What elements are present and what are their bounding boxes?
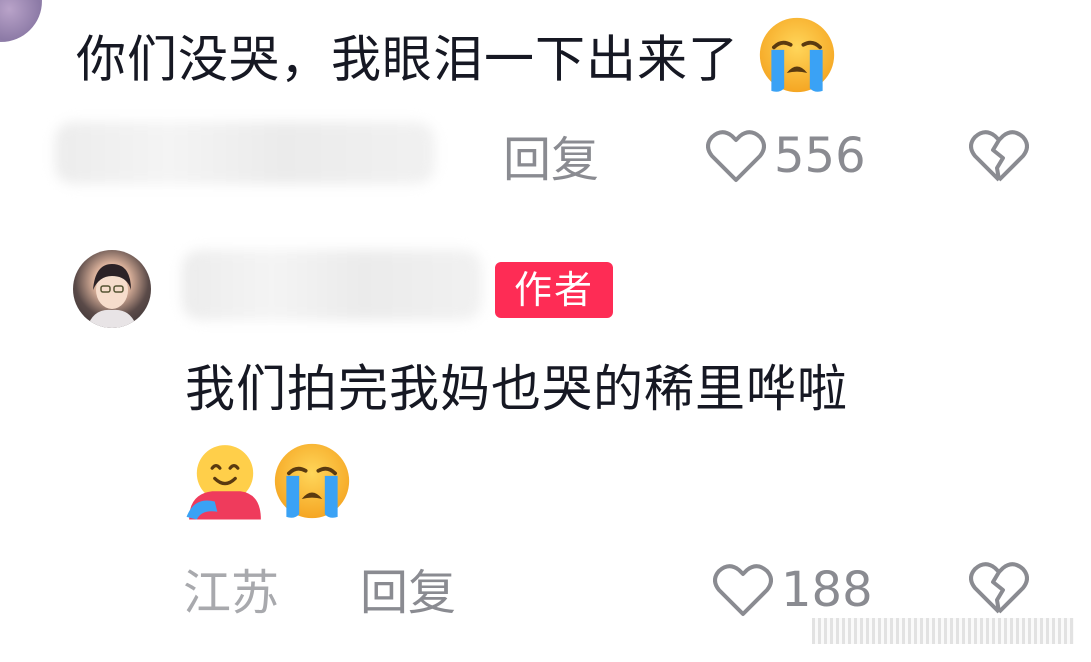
reply-button[interactable]: 回复 bbox=[503, 130, 599, 190]
hugging-face-icon bbox=[184, 440, 266, 526]
loudly-crying-face-icon bbox=[756, 14, 838, 112]
broken-heart-icon[interactable] bbox=[969, 560, 1029, 616]
like-count: 556 bbox=[774, 128, 866, 184]
location-label: 江苏 bbox=[183, 565, 280, 621]
username-redacted bbox=[55, 122, 435, 184]
like-button[interactable]: 556 bbox=[706, 126, 866, 186]
watermark bbox=[812, 618, 1074, 644]
loudly-crying-face-icon bbox=[271, 440, 353, 526]
avatar[interactable] bbox=[0, 0, 42, 42]
comment-text: 你们没哭，我眼泪一下出来了 bbox=[76, 14, 838, 112]
heart-icon bbox=[706, 128, 766, 184]
heart-icon bbox=[713, 562, 773, 618]
emoji-row bbox=[184, 440, 353, 526]
username-redacted bbox=[182, 250, 482, 320]
avatar[interactable] bbox=[73, 250, 151, 328]
like-button[interactable]: 188 bbox=[713, 560, 873, 620]
author-badge: 作者 bbox=[495, 262, 613, 318]
comment-body: 你们没哭，我眼泪一下出来了 bbox=[76, 30, 739, 89]
like-count: 188 bbox=[781, 562, 873, 618]
reply-button[interactable]: 回复 bbox=[360, 563, 456, 623]
broken-heart-icon[interactable] bbox=[969, 128, 1029, 184]
comment-body: 我们拍完我妈也哭的稀里哗啦 bbox=[185, 360, 848, 418]
comment-text: 我们拍完我妈也哭的稀里哗啦 bbox=[185, 356, 848, 422]
